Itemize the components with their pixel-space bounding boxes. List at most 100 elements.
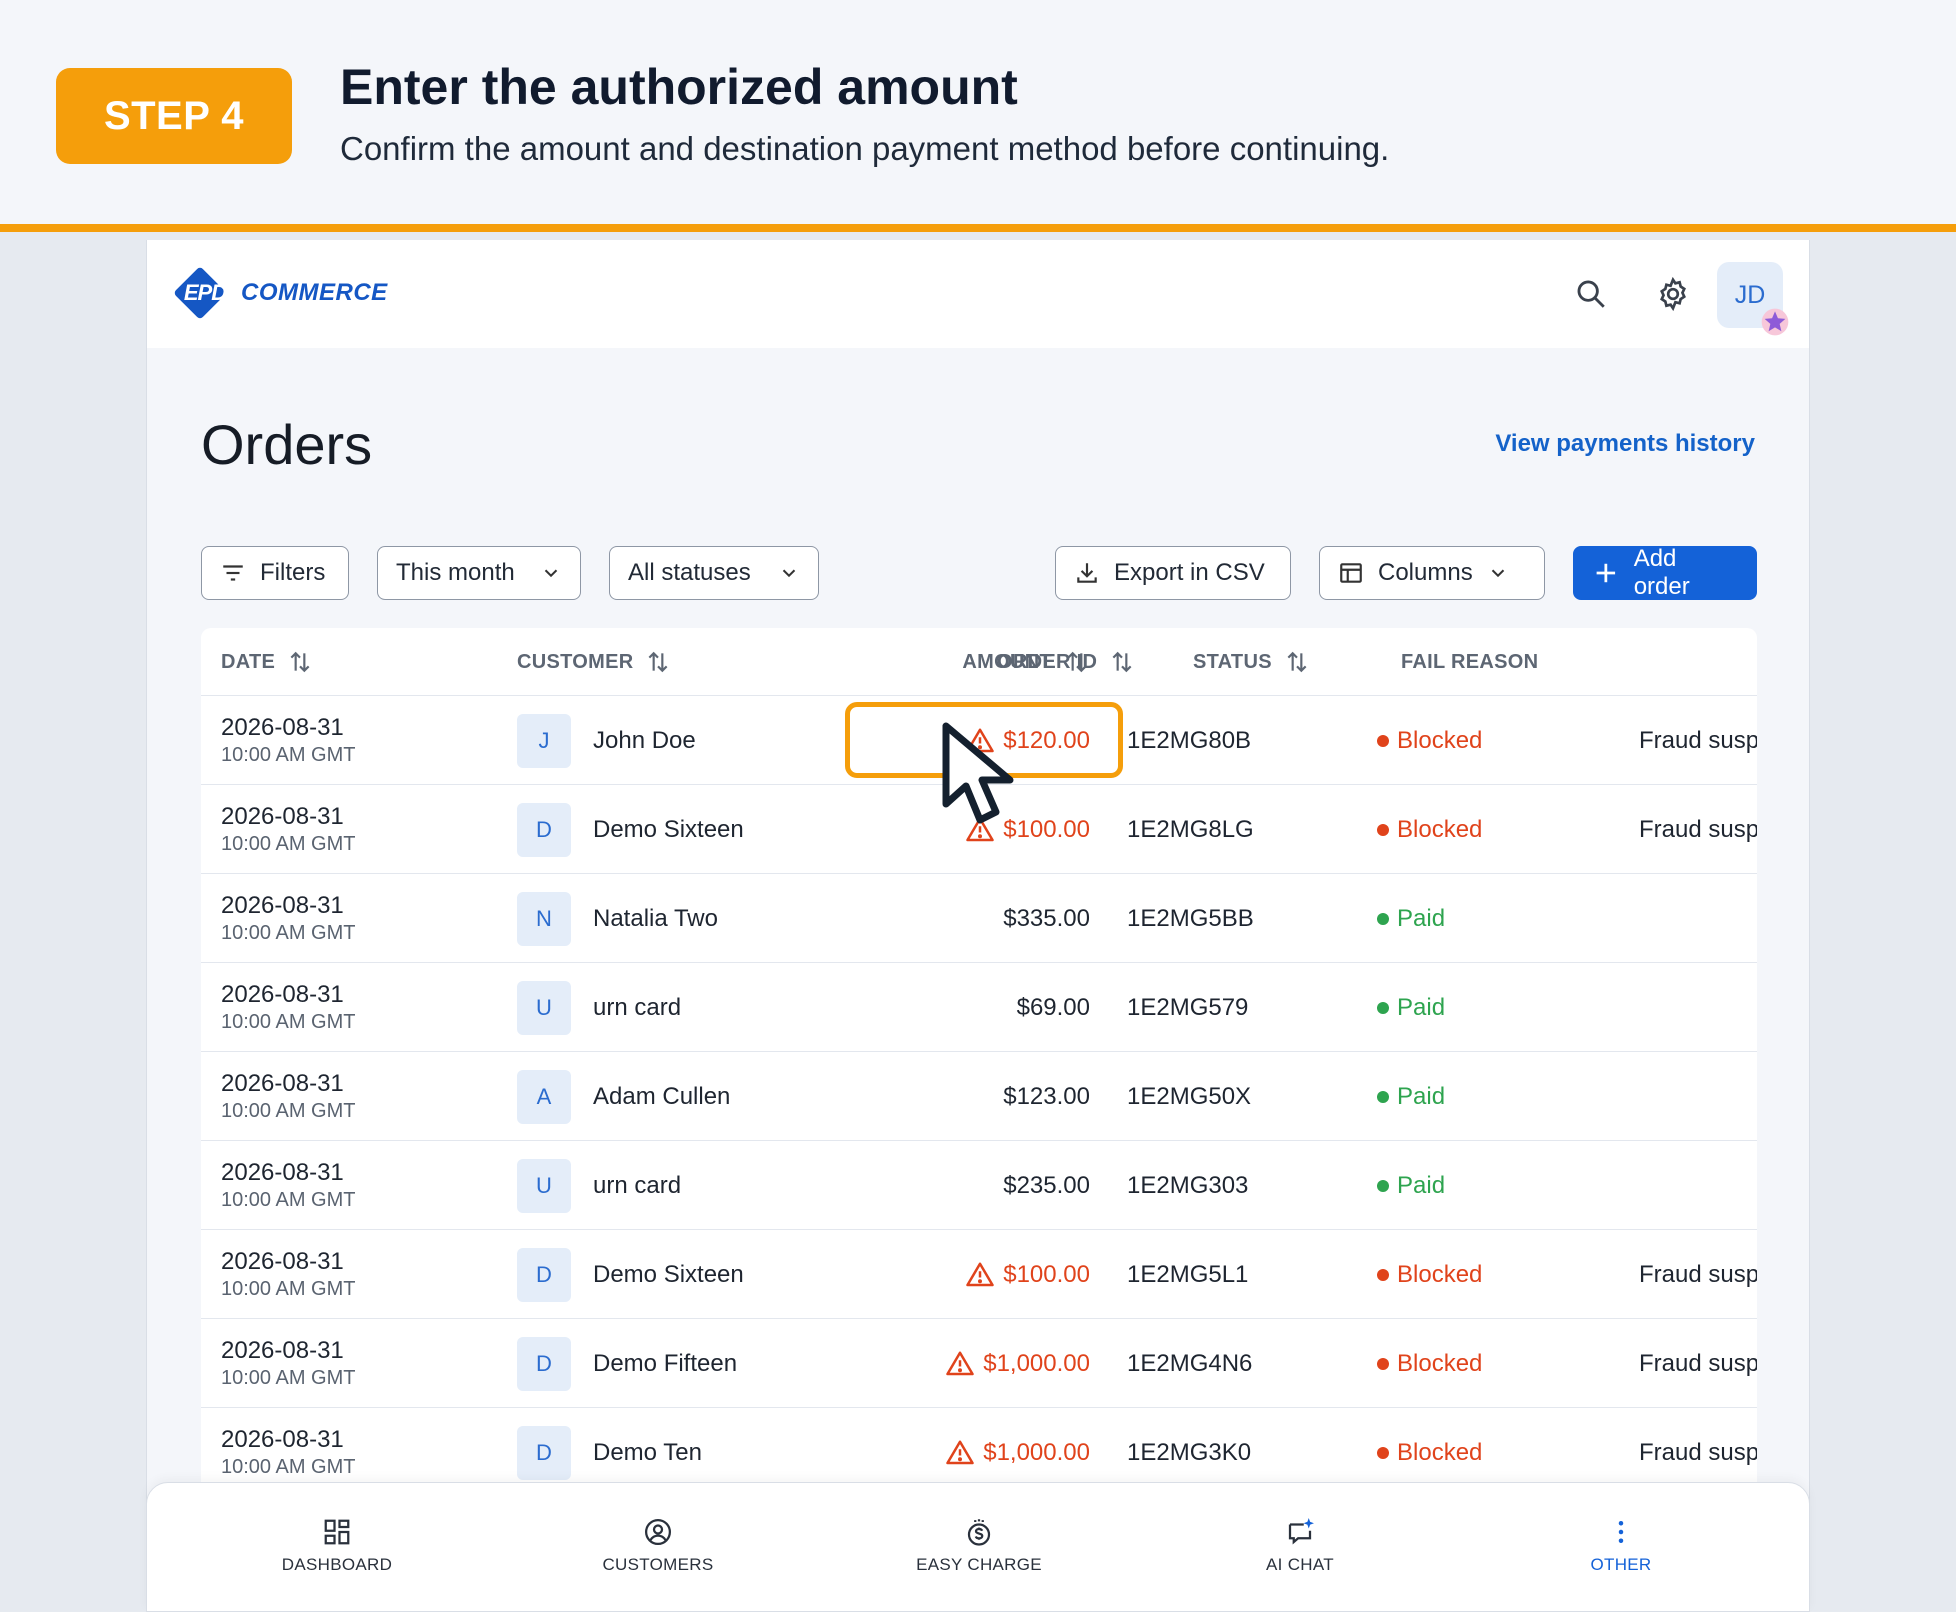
order-id-cell: 1E2MG50X [1127, 1052, 1251, 1141]
status-dot [1377, 1179, 1389, 1192]
column-header-label: STATUS [1193, 650, 1272, 673]
status-dot [1377, 734, 1389, 747]
table-row[interactable]: 2026-08-31 10:00 AM GMT A Adam Cullen $123.0… [201, 1052, 1757, 1141]
nav-easy-charge[interactable]: EASY CHARGE [879, 1517, 1079, 1575]
logo-mark: EPD [173, 266, 227, 320]
order-id: 1E2MG4N6 [1127, 1349, 1253, 1377]
mouse-pointer-icon [942, 722, 1014, 824]
status-badge: Blocked [1377, 696, 1482, 785]
filter-icon [223, 565, 243, 581]
chevron-down-icon [782, 569, 796, 578]
status-badge: Blocked [1377, 1230, 1482, 1319]
table-row[interactable]: 2026-08-31 10:00 AM GMT Uurn card $69.00 1E2… [201, 963, 1757, 1052]
amount-cell[interactable]: $1,000.00 [201, 1319, 1090, 1408]
dollar-coin-icon [964, 1517, 994, 1547]
order-id-cell: 1E2MG8LG [1127, 785, 1254, 874]
period-select[interactable]: This month [377, 546, 581, 600]
nav-ai-chat[interactable]: AI CHAT [1200, 1517, 1400, 1575]
column-header-order-id[interactable]: ORDER ID [997, 628, 1135, 696]
export-csv-button[interactable]: Export in CSV [1055, 546, 1291, 600]
amount-cell[interactable]: $69.00 [201, 963, 1090, 1052]
status-badge: Blocked [1377, 1319, 1482, 1408]
status-label: Blocked [1397, 1349, 1483, 1377]
fail-reason-cell: Fraud susp [1639, 785, 1757, 874]
fail-reason: Fraud susp [1639, 1438, 1757, 1466]
amount-cell[interactable]: $235.00 [201, 1141, 1090, 1230]
table-row[interactable]: 2026-08-31 10:00 AM GMT D Demo Fifteen $1,00… [201, 1319, 1757, 1408]
add-order-label: Add order [1633, 545, 1690, 600]
warning-icon [966, 1262, 994, 1286]
fail-reason: Fraud susp [1639, 726, 1757, 754]
more-vertical-icon [1606, 1517, 1636, 1547]
amount-value: $1,000.00 [983, 1349, 1090, 1377]
ai-star-badge-icon [1759, 306, 1791, 338]
fail-reason: Fraud susp [1639, 1349, 1757, 1377]
order-id-cell: 1E2MG4N6 [1127, 1319, 1252, 1408]
status-label: Paid [1397, 1171, 1446, 1199]
step-badge: STEP 4 [56, 68, 292, 164]
status-label: All statuses [628, 559, 751, 586]
amount-cell[interactable]: $335.00 [201, 874, 1090, 963]
bottom-navigation: DASHBOARD CUSTOMERS EASY CHARGE AI CHAT OTHE… [146, 1482, 1810, 1612]
chevron-down-icon [544, 569, 558, 578]
column-header-label: FAIL REASON [1401, 650, 1539, 673]
status-dot [1377, 1446, 1389, 1459]
columns-label: Columns [1378, 559, 1473, 586]
order-id-cell: 1E2MG5L1 [1127, 1230, 1248, 1319]
amount-value: $335.00 [1003, 904, 1090, 932]
top-bar: EPD COMMERCE JD [147, 240, 1809, 348]
step-subtitle: Confirm the amount and destination payme… [340, 130, 1390, 167]
plus-icon [1596, 563, 1616, 583]
fail-reason: Fraud susp [1639, 1260, 1757, 1288]
status-label: Paid [1397, 904, 1446, 932]
column-header-fail-reason: FAIL REASON [1401, 628, 1538, 696]
status-badge: Paid [1377, 1141, 1445, 1230]
columns-icon [1340, 563, 1362, 583]
filters-button[interactable]: Filters [201, 546, 349, 600]
nav-dashboard[interactable]: DASHBOARD [237, 1517, 437, 1575]
step-banner: STEP 4 Enter the authorized amount Confi… [0, 0, 1956, 232]
order-id-cell: 1E2MG303 [1127, 1141, 1248, 1230]
order-id: 1E2MG50X [1127, 1082, 1252, 1110]
status-select[interactable]: All statuses [609, 546, 819, 600]
column-header-status[interactable]: STATUS [1193, 628, 1310, 696]
status-dot [1377, 1001, 1389, 1014]
amount-cell[interactable]: $100.00 [201, 1230, 1090, 1319]
table-row[interactable]: 2026-08-31 10:00 AM GMT N Natalia Two $335.0… [201, 874, 1757, 963]
order-id: 1E2MG579 [1127, 993, 1249, 1021]
add-order-button[interactable]: Add order [1573, 545, 1757, 600]
table-row[interactable]: 2026-08-31 10:00 AM GMT Uurn card $235.00 1E… [201, 1141, 1757, 1230]
amount-cell[interactable]: $123.00 [201, 1052, 1090, 1141]
column-header-amount[interactable]: AMOUNT [201, 628, 1090, 696]
status-label: Blocked [1397, 726, 1483, 754]
search-icon[interactable] [1571, 274, 1611, 314]
export-label: Export in CSV [1114, 559, 1265, 586]
chevron-down-icon [1491, 569, 1504, 578]
table-row[interactable]: 2026-08-31 10:00 AM GMT D Demo Sixteen $100.… [201, 1230, 1757, 1319]
order-id: 1E2MG5BB [1127, 904, 1254, 932]
order-id: 1E2MG303 [1127, 1171, 1249, 1199]
nav-label: EASY CHARGE [916, 1555, 1042, 1574]
grid-icon [322, 1517, 352, 1547]
view-payments-history-link[interactable]: View payments history [1495, 430, 1755, 458]
sort-icon [1287, 651, 1307, 673]
brand-logo[interactable]: EPD COMMERCE [173, 266, 388, 320]
logo-word: COMMERCE [241, 279, 388, 306]
order-id: 1E2MG8LG [1127, 815, 1254, 843]
nav-label: AI CHAT [1266, 1555, 1334, 1574]
nav-customers[interactable]: CUSTOMERS [558, 1517, 758, 1575]
order-id-cell: 1E2MG579 [1127, 963, 1248, 1052]
step-title: Enter the authorized amount [340, 59, 1018, 115]
app-window: EPD COMMERCE JD Orders View payments his… [146, 240, 1810, 1612]
status-dot [1377, 823, 1389, 836]
gear-icon[interactable] [1653, 274, 1693, 314]
columns-select[interactable]: Columns [1319, 546, 1545, 600]
status-label: Blocked [1397, 1438, 1483, 1466]
nav-label: DASHBOARD [281, 1555, 393, 1574]
download-icon [1077, 563, 1097, 583]
nav-other[interactable]: OTHER [1521, 1517, 1721, 1575]
amount-value: $100.00 [1003, 1260, 1090, 1288]
amount-value: $1,000.00 [983, 1438, 1090, 1466]
period-label: This month [396, 559, 515, 586]
warning-icon [946, 1351, 974, 1375]
